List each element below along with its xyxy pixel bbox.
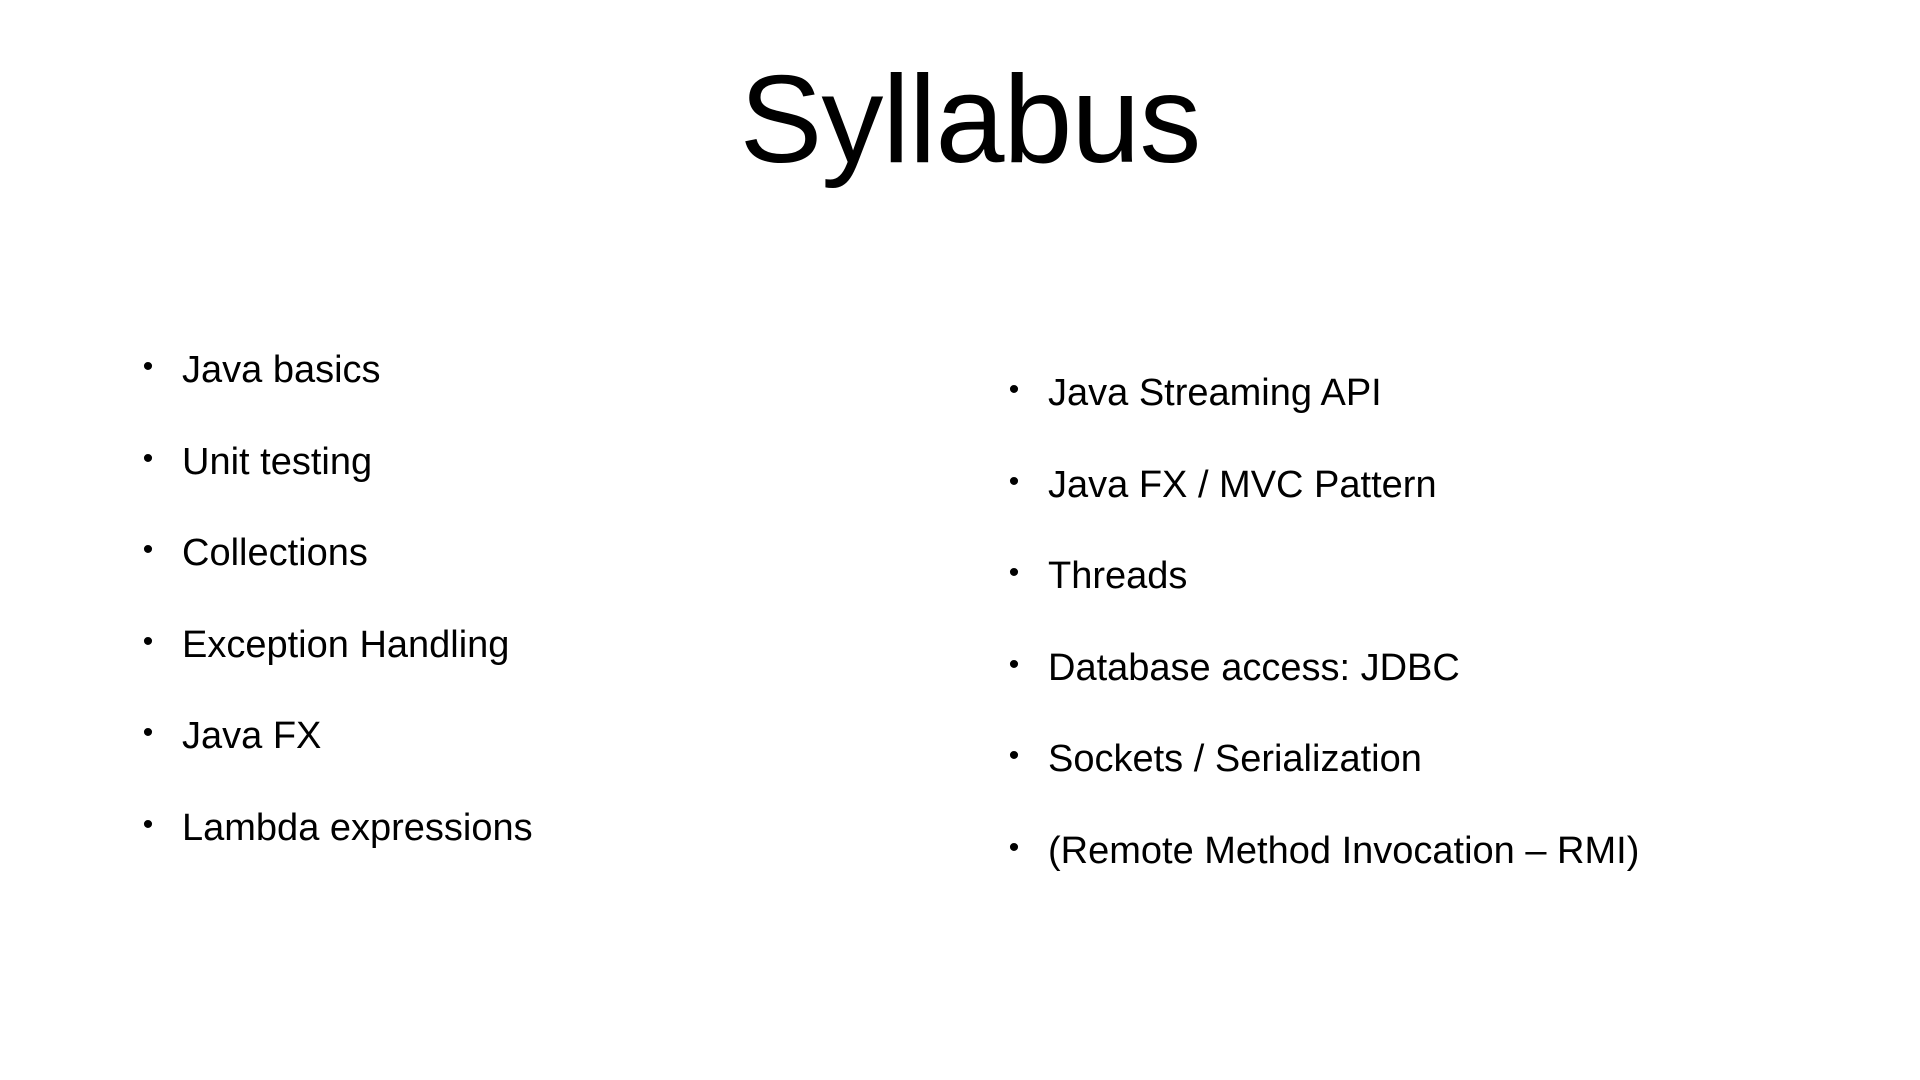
bullet-icon: • (1008, 464, 1020, 498)
list-item-label: Java basics (182, 349, 381, 391)
list-item-label: Lambda expressions (182, 806, 533, 849)
bullet-icon: • (142, 716, 154, 749)
bullet-icon: • (142, 441, 154, 475)
list-item-label: (Remote Method Invocation – RMI) (1048, 829, 1640, 872)
list-item-label: Java FX / MVC Pattern (1048, 463, 1437, 506)
bullet-icon: • (142, 350, 154, 383)
bullet-icon: • (1008, 647, 1020, 681)
bullet-icon: • (1008, 739, 1020, 772)
bullet-icon: • (142, 533, 154, 566)
list-item-label: Threads (1048, 555, 1188, 597)
slide-title: Syllabus (739, 51, 1202, 189)
bullet-icon: • (1008, 556, 1020, 589)
bullet-icon: • (1008, 830, 1020, 864)
list-item-label: Sockets / Serialization (1048, 738, 1422, 780)
list-item-label: Java Streaming API (1048, 372, 1382, 414)
slide: Syllabus • Java basics • Unit testing • … (0, 0, 1920, 1080)
list-item-label: Collections (182, 532, 368, 574)
bullet-icon: • (142, 807, 154, 841)
list-item-label: Java FX (182, 715, 322, 757)
list-item-label: Unit testing (182, 440, 373, 483)
bullet-icon: • (1008, 373, 1020, 406)
list-item-label: Exception Handling (182, 623, 510, 666)
bullet-icon: • (142, 624, 154, 658)
list-item-label: Database access: JDBC (1048, 646, 1460, 689)
